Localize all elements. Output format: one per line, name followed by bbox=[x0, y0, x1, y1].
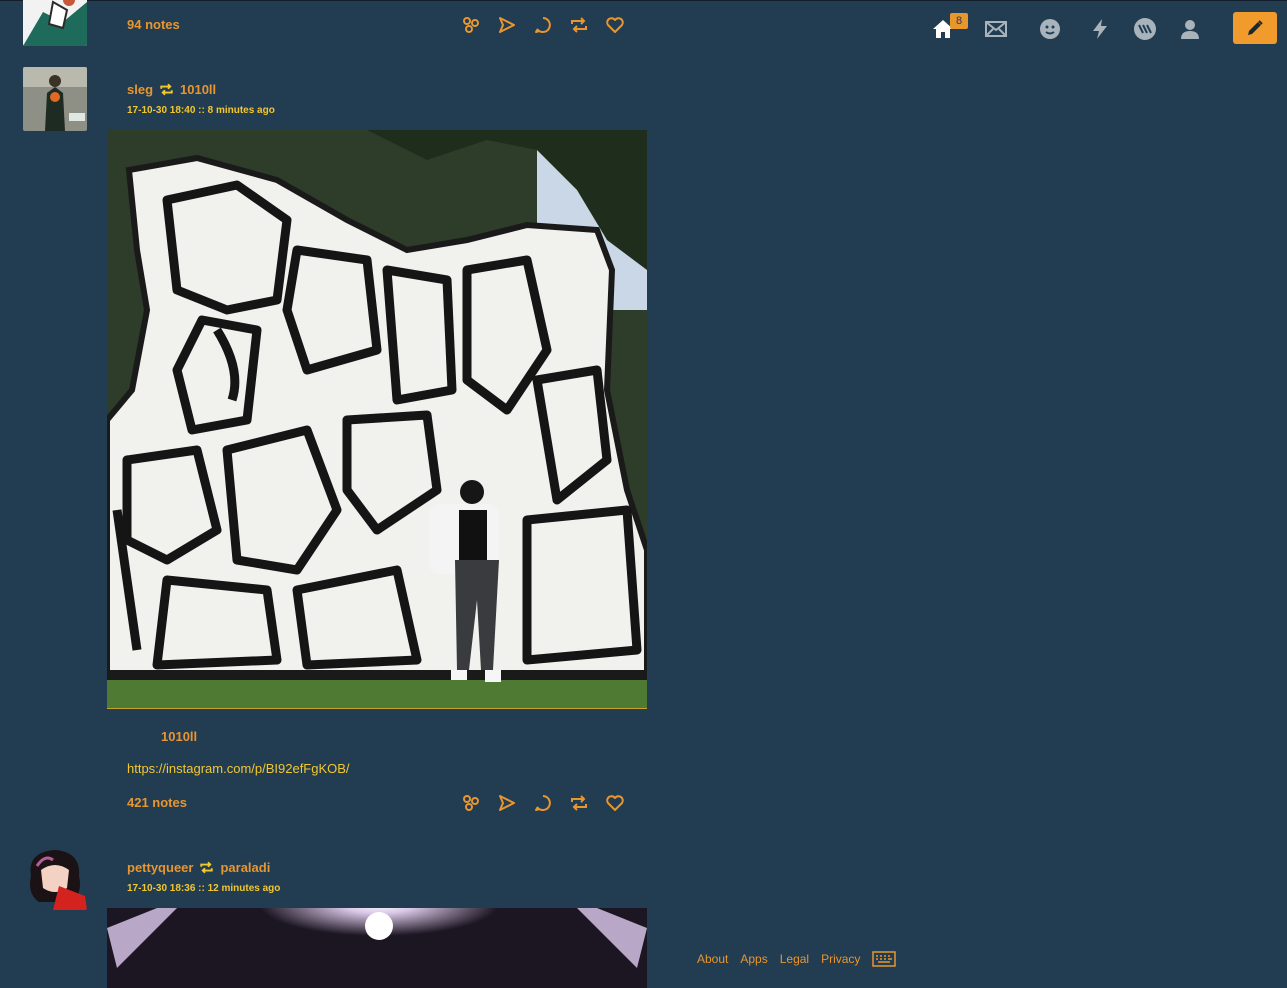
send-icon[interactable] bbox=[496, 14, 518, 36]
post-photo[interactable] bbox=[107, 908, 647, 988]
post-notes-count[interactable]: 94 notes bbox=[127, 17, 180, 32]
footer: About Apps Legal Privacy bbox=[697, 951, 897, 967]
footer-link-about[interactable]: About bbox=[697, 952, 728, 966]
lightning-icon[interactable] bbox=[1085, 14, 1115, 44]
like-icon[interactable] bbox=[604, 792, 626, 814]
post-byline: pettyqueer paraladi bbox=[127, 860, 270, 875]
reblog-icon[interactable] bbox=[568, 792, 590, 814]
account-icon[interactable] bbox=[1175, 14, 1205, 44]
avatar[interactable] bbox=[23, 846, 87, 910]
caption-link[interactable]: https://instagram.com/p/BI92efFgKOB/ bbox=[127, 761, 350, 776]
pencil-icon bbox=[1248, 20, 1263, 35]
compose-button[interactable] bbox=[1233, 12, 1277, 44]
footer-link-apps[interactable]: Apps bbox=[740, 952, 767, 966]
chat-icon[interactable] bbox=[1035, 14, 1065, 44]
avatar[interactable] bbox=[23, 67, 87, 131]
reblogged-from-link[interactable]: 1010ll bbox=[180, 82, 216, 97]
reblog-icon[interactable] bbox=[568, 14, 590, 36]
send-icon[interactable] bbox=[496, 792, 518, 814]
home-badge: 8 bbox=[950, 13, 968, 29]
post-photo[interactable] bbox=[107, 130, 647, 709]
post-timestamp[interactable]: 17-10-30 18:40 :: 8 minutes ago bbox=[127, 105, 275, 116]
caption-username[interactable]: 1010ll bbox=[161, 729, 197, 744]
footer-link-legal[interactable]: Legal bbox=[780, 952, 809, 966]
keyboard-shortcuts-icon[interactable] bbox=[872, 951, 897, 967]
share-options-icon[interactable] bbox=[460, 792, 482, 814]
reply-icon[interactable] bbox=[532, 792, 554, 814]
share-options-icon[interactable] bbox=[460, 14, 482, 36]
post-actions bbox=[460, 792, 626, 814]
reply-icon[interactable] bbox=[532, 14, 554, 36]
mail-icon[interactable] bbox=[981, 14, 1011, 44]
avatar[interactable] bbox=[23, 0, 87, 46]
post-timestamp[interactable]: 17-10-30 18:36 :: 12 minutes ago bbox=[127, 883, 280, 894]
username-link[interactable]: pettyqueer bbox=[127, 860, 193, 875]
explore-icon[interactable] bbox=[1130, 14, 1160, 44]
post-actions bbox=[460, 14, 626, 36]
reblogged-from-link[interactable]: paraladi bbox=[220, 860, 270, 875]
username-link[interactable]: sleg bbox=[127, 82, 153, 97]
post-byline: sleg 1010ll bbox=[127, 82, 216, 97]
reblog-icon bbox=[159, 82, 174, 97]
post-notes-count[interactable]: 421 notes bbox=[127, 795, 187, 810]
top-border bbox=[0, 0, 1287, 1]
reblog-icon bbox=[199, 860, 214, 875]
like-icon[interactable] bbox=[604, 14, 626, 36]
footer-link-privacy[interactable]: Privacy bbox=[821, 952, 860, 966]
